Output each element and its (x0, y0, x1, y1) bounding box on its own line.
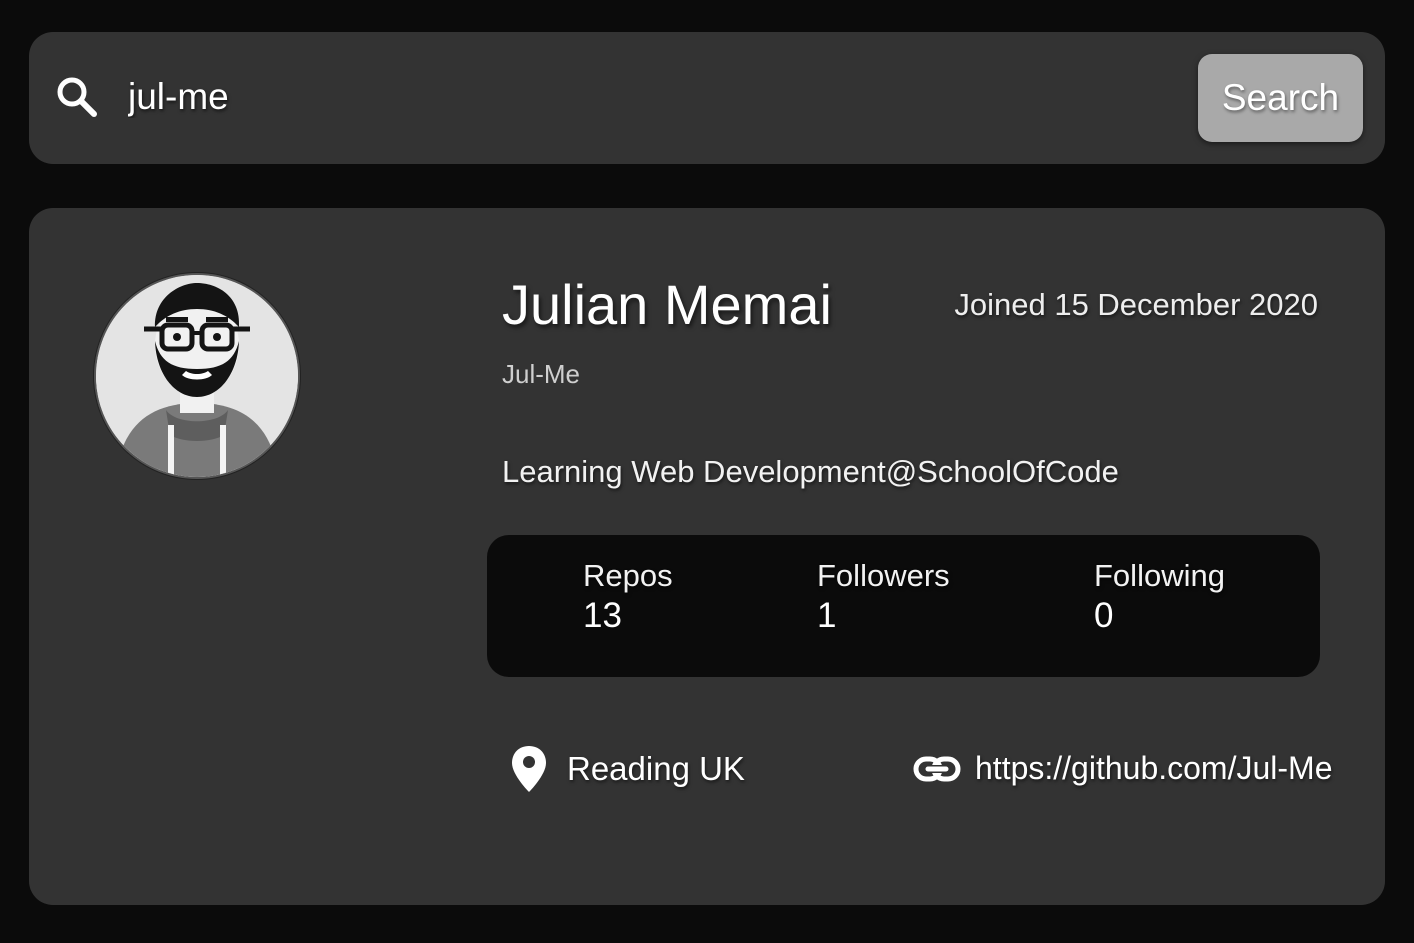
stat-repos: Repos 13 (583, 558, 673, 636)
avatar-illustration (96, 275, 298, 477)
search-icon (57, 77, 97, 117)
stat-value: 13 (583, 596, 622, 635)
joined-date: Joined 15 December 2020 (954, 287, 1318, 322)
stat-following: Following 0 (1094, 558, 1225, 636)
link-icon (913, 756, 961, 782)
avatar (94, 273, 300, 479)
stat-followers: Followers 1 (817, 558, 950, 636)
profile-location: Reading UK (567, 750, 745, 787)
profile-bio: Learning Web Development@SchoolOfCode (502, 454, 1119, 489)
stat-label: Following (1094, 558, 1225, 593)
map-pin-icon (512, 746, 546, 792)
search-input[interactable] (128, 72, 1168, 122)
search-button[interactable]: Search (1198, 54, 1363, 142)
stat-label: Followers (817, 558, 950, 593)
profile-name: Julian Memai (502, 273, 832, 336)
profile-blog-link[interactable]: https://github.com/Jul-Me (975, 750, 1332, 787)
stat-value: 1 (817, 596, 837, 635)
stat-value: 0 (1094, 596, 1114, 635)
stat-label: Repos (583, 558, 673, 593)
profile-login[interactable]: Jul-Me (502, 359, 580, 390)
